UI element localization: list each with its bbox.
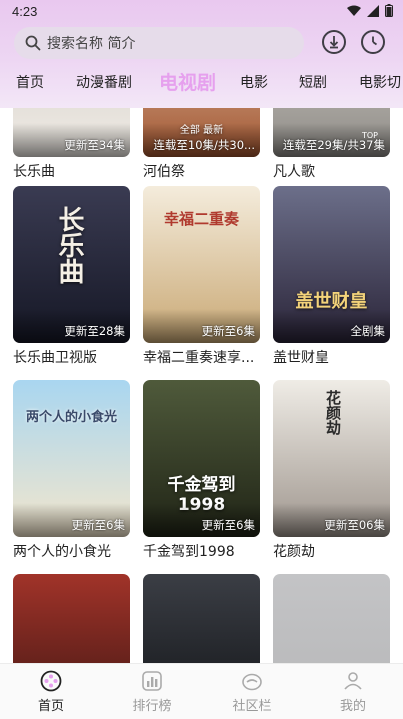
poster-logo: 花颜劫	[324, 390, 342, 435]
video-title: 河伯祭	[143, 164, 185, 180]
episode-badge: 更新至34集	[64, 138, 125, 152]
video-card[interactable]: 千金驾到 1998 更新至6集 千金驾到1998	[143, 380, 260, 561]
poster: 两个人的小食光 更新至6集	[13, 380, 130, 537]
video-card[interactable]	[13, 574, 130, 663]
video-card[interactable]	[143, 574, 260, 663]
episode-badge: 连载至29集/共37集	[282, 138, 385, 152]
episode-badge: 更新至6集	[201, 324, 255, 338]
episode-badge: 更新至06集	[324, 518, 385, 532]
nav-home-label: 首页	[37, 699, 64, 714]
tab-short-drama[interactable]: 短剧	[299, 72, 327, 92]
video-title: 千金驾到1998	[143, 544, 235, 560]
battery-icon	[385, 4, 393, 17]
nav-profile[interactable]: 我的	[318, 670, 388, 714]
video-card[interactable]: 更新至34集 长乐曲	[13, 108, 130, 181]
poster: 花颜劫 更新至06集	[273, 380, 390, 537]
poster-logo: 长乐曲	[54, 206, 84, 284]
poster-overlay: 全部 最新	[179, 125, 224, 136]
video-grid: 更新至34集 长乐曲 全部 最新 连载至10集/共30... 河伯祭 TOP 连…	[0, 108, 403, 663]
poster: 更新至34集	[13, 108, 130, 157]
search-placeholder: 搜索名称 简介	[47, 36, 136, 52]
video-title: 盖世财皇	[273, 350, 329, 366]
poster: 全部 最新 连载至10集/共30...	[143, 108, 260, 157]
poster: 长乐曲 更新至28集	[13, 186, 130, 343]
video-title: 凡人歌	[273, 164, 315, 180]
signal-icon	[367, 4, 379, 17]
nav-home[interactable]: 首页	[16, 670, 86, 714]
community-icon	[242, 673, 262, 691]
video-card[interactable]: 幸福二重奏 更新至6集 幸福二重奏速享...	[143, 186, 260, 367]
video-title: 两个人的小食光	[13, 544, 111, 560]
history-button[interactable]	[361, 30, 385, 54]
video-title: 幸福二重奏速享...	[143, 350, 255, 366]
download-button[interactable]	[322, 30, 346, 54]
tab-home[interactable]: 首页	[16, 72, 44, 92]
profile-icon	[344, 672, 362, 690]
video-title: 长乐曲	[13, 164, 55, 180]
nav-community-label: 社区栏	[232, 699, 272, 714]
download-icon	[329, 36, 339, 49]
clock-icon	[372, 36, 378, 46]
status-bar: 4:23	[0, 0, 403, 22]
poster: 千金驾到 1998 更新至6集	[143, 380, 260, 537]
poster	[13, 574, 130, 663]
video-card[interactable]: 两个人的小食光 更新至6集 两个人的小食光	[13, 380, 130, 561]
poster-logo: 两个人的小食光	[25, 410, 117, 425]
poster	[273, 574, 390, 663]
video-card[interactable]: 全部 最新 连载至10集/共30... 河伯祭	[143, 108, 260, 181]
video-title: 花颜劫	[273, 544, 315, 560]
video-card[interactable]: 盖世财皇 全剧集 盖世财皇	[273, 186, 390, 367]
tab-anime[interactable]: 动漫番剧	[76, 72, 132, 92]
search-bar[interactable]: 搜索名称 简介	[14, 27, 304, 59]
category-tabs: 首页 动漫番剧 电视剧 电影 短剧 电影切	[0, 64, 403, 98]
search-icon	[25, 35, 41, 51]
tab-movie-cut[interactable]: 电影切	[359, 72, 401, 92]
poster: 幸福二重奏 更新至6集	[143, 186, 260, 343]
poster	[143, 574, 260, 663]
episode-badge: 更新至6集	[71, 518, 125, 532]
video-title: 长乐曲卫视版	[13, 350, 97, 366]
nav-ranking[interactable]: 排行榜	[117, 670, 187, 714]
bottom-navigation: 首页 排行榜 社区栏 我的	[0, 663, 403, 719]
episode-badge: 连载至10集/共30...	[153, 138, 255, 152]
poster: TOP 连载至29集/共37集	[273, 108, 390, 157]
episode-badge: 全剧集	[350, 324, 386, 338]
video-card[interactable]	[273, 574, 390, 663]
poster-logo: 幸福二重奏	[163, 210, 239, 228]
nav-profile-label: 我的	[339, 699, 366, 714]
video-card[interactable]: TOP 连载至29集/共37集 凡人歌	[273, 108, 390, 181]
episode-badge: 更新至28集	[64, 324, 125, 338]
status-icons	[347, 4, 393, 17]
chart-icon	[142, 671, 162, 691]
nav-ranking-label: 排行榜	[132, 699, 172, 714]
tab-movies[interactable]: 电影	[240, 72, 268, 92]
episode-badge: 更新至6集	[201, 518, 255, 532]
tab-tv-series[interactable]: 电视剧	[159, 68, 216, 95]
nav-community[interactable]: 社区栏	[217, 670, 287, 714]
status-time: 4:23	[12, 4, 38, 19]
wifi-icon	[347, 5, 361, 16]
video-card[interactable]: 长乐曲 更新至28集 长乐曲卫视版	[13, 186, 130, 367]
poster: 盖世财皇 全剧集	[273, 186, 390, 343]
film-reel-icon	[40, 670, 62, 692]
video-card[interactable]: 花颜劫 更新至06集 花颜劫	[273, 380, 390, 561]
